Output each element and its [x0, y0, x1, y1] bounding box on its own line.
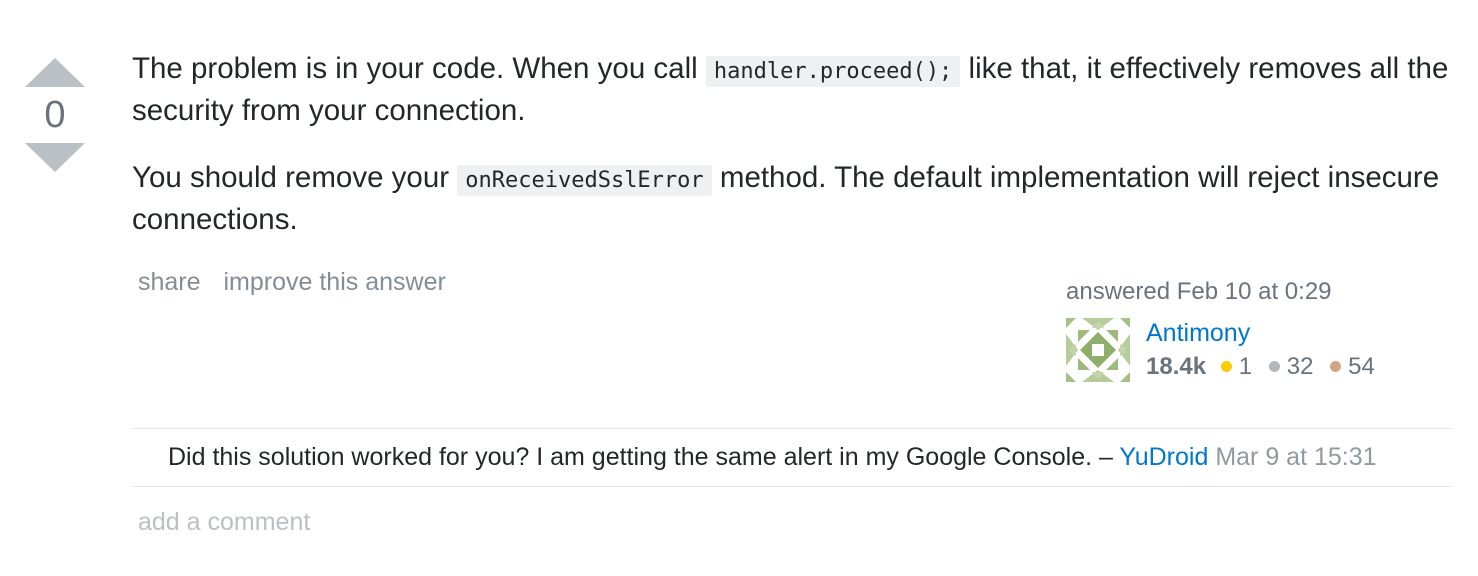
comment: Did this solution worked for you? I am g…	[132, 429, 1452, 487]
bronze-badge-count: 54	[1348, 353, 1375, 380]
vote-count: 0	[44, 94, 66, 136]
comment-text: Did this solution worked for you? I am g…	[168, 443, 1093, 471]
comment-separator: –	[1092, 443, 1120, 471]
improve-answer-link[interactable]: improve this answer	[224, 268, 446, 296]
comments-list: Did this solution worked for you? I am g…	[132, 428, 1452, 487]
add-comment-link[interactable]: add a comment	[138, 508, 310, 537]
user-card: answered Feb 10 at 0:29 Antimony 18.4k 1…	[1066, 278, 1406, 382]
silver-badge: 32	[1268, 353, 1314, 380]
answer-paragraph: You should remove your onReceivedSslErro…	[132, 158, 1452, 239]
comment-date: Mar 9 at 15:31	[1215, 443, 1377, 471]
avatar[interactable]	[1066, 318, 1130, 382]
inline-code: onReceivedSslError	[457, 165, 712, 196]
vote-panel: 0	[22, 58, 88, 172]
answer-body: The problem is in your code. When you ca…	[132, 49, 1452, 267]
upvote-arrow-icon[interactable]	[25, 58, 85, 87]
comment-user-link[interactable]: YuDroid	[1119, 443, 1208, 471]
reputation-score: 18.4k	[1146, 353, 1207, 380]
share-link[interactable]: share	[138, 268, 201, 296]
bronze-badge: 54	[1330, 353, 1375, 380]
paragraph-text: The problem is in your code. When you ca…	[132, 52, 706, 85]
silver-badge-count: 32	[1286, 353, 1314, 380]
silver-badge-icon	[1268, 361, 1280, 372]
gold-badge-count: 1	[1238, 353, 1253, 380]
gold-badge-icon	[1220, 361, 1232, 372]
answer-paragraph: The problem is in your code. When you ca…	[132, 49, 1452, 130]
paragraph-text: You should remove your	[132, 161, 458, 194]
user-stats: 18.4k 1 32 54	[1146, 352, 1385, 382]
downvote-arrow-icon[interactable]	[25, 143, 85, 172]
post-menu: share improve this answer	[138, 268, 462, 297]
inline-code: handler.proceed();	[705, 56, 961, 87]
user-name-link[interactable]: Antimony	[1146, 318, 1385, 348]
answered-time: answered Feb 10 at 0:29	[1066, 278, 1332, 305]
bronze-badge-icon	[1330, 361, 1342, 372]
gold-badge: 1	[1220, 353, 1253, 380]
